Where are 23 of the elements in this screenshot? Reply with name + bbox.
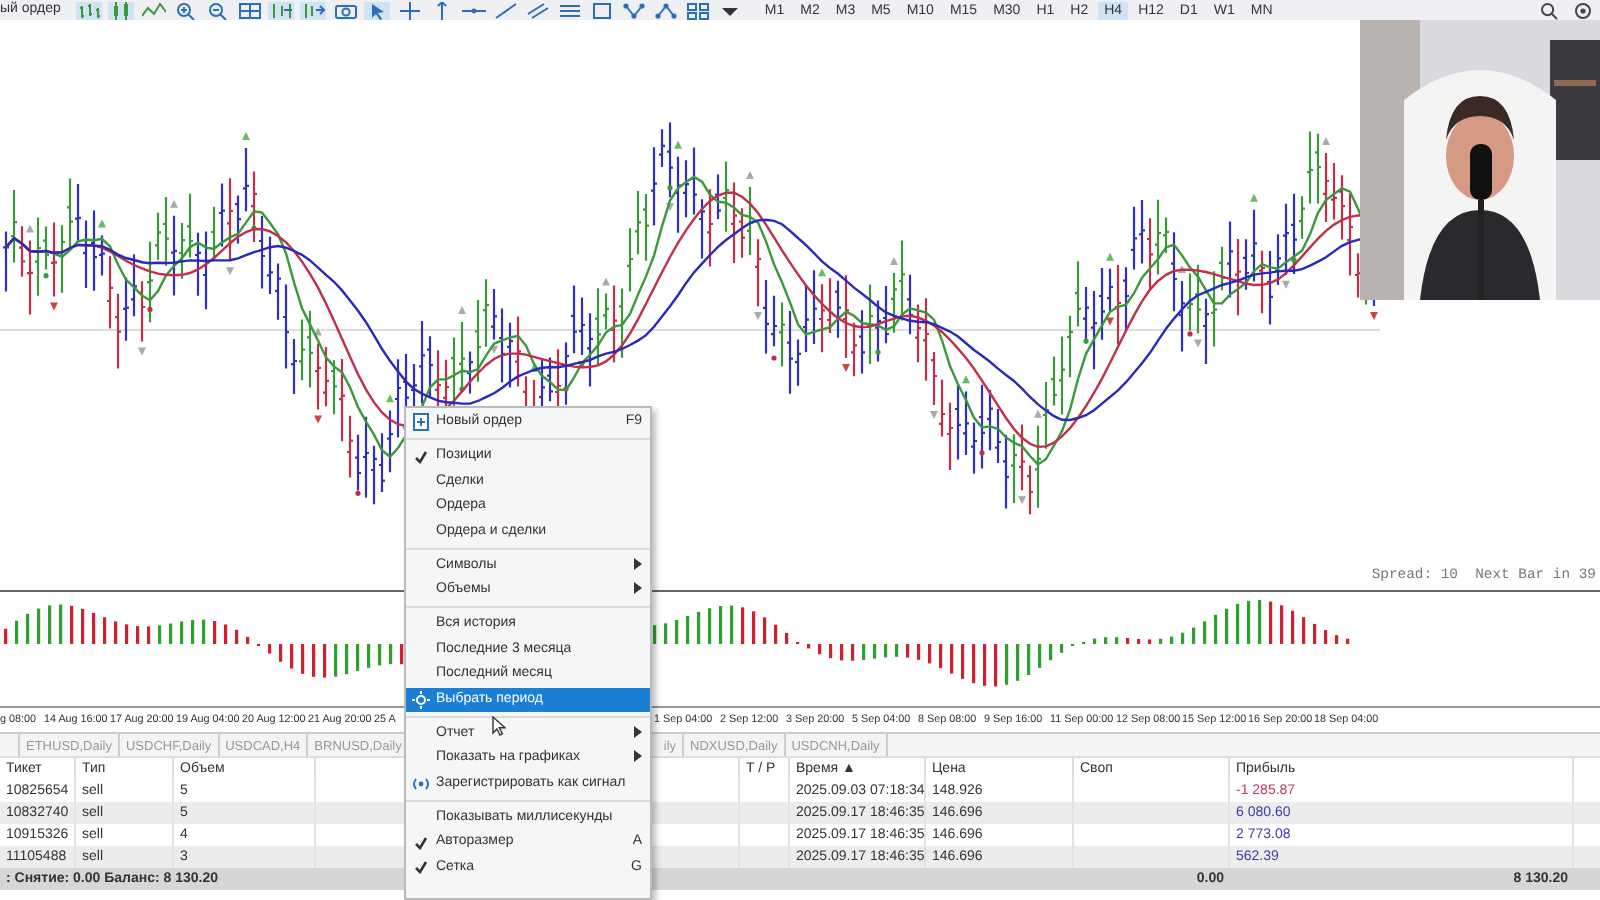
network-icon[interactable] — [621, 1, 646, 19]
sun-icon — [412, 689, 430, 710]
candlestick-icon[interactable] — [109, 1, 134, 19]
bar-chart-icon[interactable] — [77, 1, 102, 19]
autoscroll-icon[interactable] — [301, 1, 326, 19]
signal-icon — [412, 773, 430, 794]
shapes-icon[interactable] — [685, 1, 710, 19]
camera-icon[interactable] — [333, 1, 358, 19]
check-icon — [414, 449, 428, 464]
zoom-in-icon[interactable] — [173, 1, 198, 19]
line-chart-icon[interactable] — [141, 1, 166, 19]
fibonacci-icon[interactable] — [557, 1, 582, 19]
mouse-cursor-icon — [492, 715, 506, 736]
network-icon[interactable] — [653, 1, 678, 19]
zoom-out-icon[interactable] — [205, 1, 230, 19]
frame-icon[interactable] — [589, 1, 614, 19]
search-icon[interactable] — [1540, 1, 1558, 19]
grid-icon[interactable] — [237, 1, 262, 19]
chart-shift-icon[interactable] — [269, 1, 294, 19]
settings-icon[interactable] — [1574, 1, 1592, 19]
trend-line-icon[interactable] — [493, 1, 518, 19]
new-order-icon — [412, 412, 430, 433]
crosshair-icon[interactable] — [397, 1, 422, 19]
